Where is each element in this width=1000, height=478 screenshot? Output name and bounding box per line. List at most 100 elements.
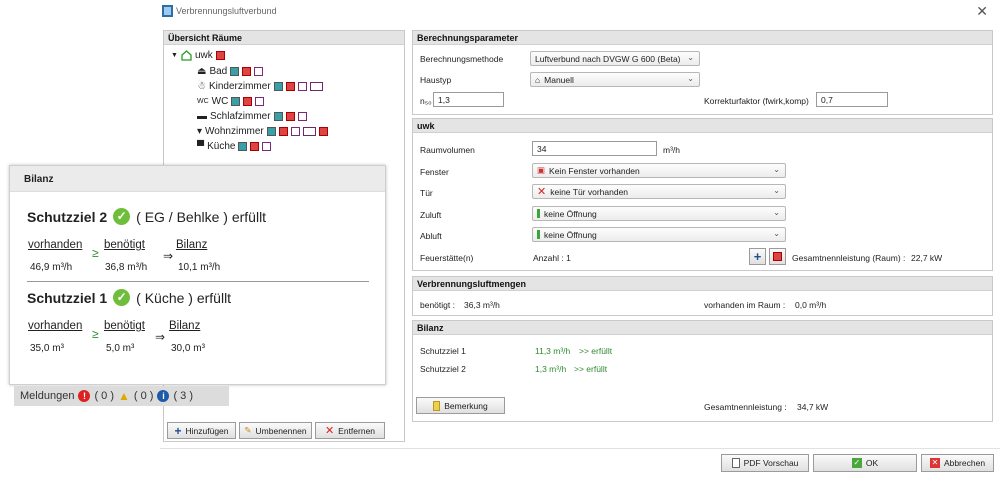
window-icon <box>273 82 283 91</box>
benoetigt-value: 36,3 m³/h <box>464 300 500 310</box>
room-item-wc[interactable]: WC WC <box>197 96 265 107</box>
tuer-value: keine Tür vorhanden <box>550 186 629 197</box>
cancel-icon: ✕ <box>929 458 940 468</box>
bed-icon: ▬ <box>197 111 207 122</box>
n50-input[interactable]: 1,3 <box>433 92 504 107</box>
haustyp-value: Manuell <box>544 74 574 85</box>
ok-button[interactable]: ✓ OK <box>813 454 917 472</box>
child-icon: ☃ <box>197 81 206 92</box>
raumvolumen-input[interactable]: 34 <box>532 141 657 156</box>
room-item-kinderzimmer[interactable]: ☃ Kinderzimmer <box>197 81 323 92</box>
fenster-label: Fenster <box>420 167 449 177</box>
warning-icon: ▲ <box>118 389 130 403</box>
door-icon <box>297 82 307 91</box>
raumvolumen-label: Raumvolumen <box>420 145 475 155</box>
opening-bar-icon <box>537 209 540 218</box>
pdf-icon <box>731 458 740 468</box>
ok-label: OK <box>865 458 879 468</box>
bilanz-panel-header: Bilanz <box>413 321 992 335</box>
cancel-label: Abbrechen <box>943 458 986 468</box>
popup-divider <box>27 281 369 282</box>
remove-icon: ✕ <box>324 425 335 437</box>
sz1-ge-symbol: ≥ <box>92 327 99 341</box>
zuluft-label: Zuluft <box>420 210 442 220</box>
chevron-down-icon: ⌄ <box>773 208 780 217</box>
pdf-preview-button[interactable]: PDF Vorschau <box>721 454 809 472</box>
add-fireplace-button[interactable]: + <box>749 248 766 265</box>
window-icon <box>273 112 283 121</box>
sz2-status: >> erfüllt <box>574 364 608 374</box>
fenster-value: Kein Fenster vorhanden <box>549 165 640 176</box>
house-icon <box>181 50 192 61</box>
sz2-benoetigt-val: 36,8 m³/h <box>105 262 148 273</box>
room-item-wohnzimmer[interactable]: ▾ Wohnzimmer <box>197 126 328 137</box>
sz1-bilanz-head: Bilanz <box>169 320 201 332</box>
sz2-title: Schutzziel 2 <box>27 208 108 225</box>
method-label: Berechnungsmethode <box>420 54 504 64</box>
sz2-bilanz-head: Bilanz <box>176 239 208 251</box>
rename-room-label: Umbenennen <box>255 425 307 436</box>
korr-input[interactable]: 0,7 <box>816 92 888 107</box>
door-icon <box>297 112 307 121</box>
meldungen-bar[interactable]: Meldungen ! ( 0 ) ▲ ( 0 ) i ( 3 ) <box>14 386 229 406</box>
house-icon: ⌂ <box>535 74 541 85</box>
chevron-down-icon: ⌄ <box>773 165 780 174</box>
rename-room-button[interactable]: ✎ Umbenennen <box>239 422 312 439</box>
wc-icon: WC <box>197 98 209 105</box>
chevron-down-icon: ⌄ <box>687 53 694 62</box>
close-icon[interactable]: ✕ <box>976 3 988 20</box>
remove-room-button[interactable]: ✕ Entfernen <box>315 422 385 439</box>
sz1-status: >> erfüllt <box>579 346 613 356</box>
sz2-vorhanden-val: 46,9 m³/h <box>30 262 73 273</box>
gesamt-value: 34,7 kW <box>797 402 829 412</box>
door-icon <box>290 127 300 136</box>
fireplace-icon <box>243 97 253 106</box>
room-label: Bad <box>209 66 228 77</box>
haustyp-select[interactable]: ⌂ Manuell ⌄ <box>530 72 700 87</box>
n50-label: n₅₀ <box>420 96 432 106</box>
chevron-down-icon: ⌄ <box>773 186 780 195</box>
add-room-button[interactable]: + Hinzufügen <box>167 422 236 439</box>
zuluft-value: keine Öffnung <box>544 208 597 219</box>
vorhanden-label: vorhanden im Raum : <box>704 300 786 310</box>
meldungen-label: Meldungen <box>20 390 75 402</box>
fireplace-button[interactable] <box>769 248 786 265</box>
room-label: Kinderzimmer <box>208 81 271 92</box>
sz2-detail: ( EG / Behlke ) erfüllt <box>136 208 267 225</box>
room-item-kueche[interactable]: ▀ Küche <box>197 141 272 152</box>
cancel-button[interactable]: ✕ Abbrechen <box>921 454 994 472</box>
door-icon <box>262 142 272 151</box>
bemerkung-button[interactable]: Bemerkung <box>416 397 505 414</box>
benoetigt-label: benötigt : <box>420 300 455 310</box>
luftmengen-header: Verbrennungsluftmengen <box>413 277 992 291</box>
sofa-icon: ▾ <box>197 126 203 137</box>
room-item-bad[interactable]: ⏏ Bad <box>197 66 264 77</box>
expand-arrow-icon[interactable]: ▼ <box>171 52 178 59</box>
room-item-schlafzimmer[interactable]: ▬ Schlafzimmer <box>197 111 307 122</box>
abluft-value: keine Öffnung <box>544 229 597 240</box>
raumvolumen-unit: m³/h <box>663 145 680 155</box>
opening-icon <box>302 127 316 136</box>
opening-bar-icon <box>537 230 540 239</box>
sz1-label: Schutzziel 1 <box>420 346 466 356</box>
luftmengen-panel: Verbrennungsluftmengen <box>412 276 993 316</box>
window-icon <box>231 97 241 106</box>
door-icon <box>254 67 264 76</box>
tree-root[interactable]: ▼ uwk <box>171 50 225 61</box>
fenster-select[interactable]: ▣ Kein Fenster vorhanden ⌄ <box>532 163 786 178</box>
method-select[interactable]: Luftverbund nach DVGW G 600 (Beta) ⌄ <box>530 51 700 66</box>
tuer-select[interactable]: ✕ keine Tür vorhanden ⌄ <box>532 184 786 199</box>
room-label: WC <box>211 96 229 107</box>
fireplace-icon <box>215 51 225 60</box>
sz2-arrow: ⇒ <box>163 249 174 263</box>
abluft-label: Abluft <box>420 231 442 241</box>
fireplace-icon <box>242 67 252 76</box>
sz2-ge-symbol: ≥ <box>92 246 99 260</box>
fireplace-icon <box>285 112 295 121</box>
tree-root-label: uwk <box>194 50 213 61</box>
app-icon <box>162 5 173 17</box>
abluft-select[interactable]: keine Öffnung ⌄ <box>532 227 786 242</box>
bath-icon: ⏏ <box>197 66 207 77</box>
zuluft-select[interactable]: keine Öffnung ⌄ <box>532 206 786 221</box>
korr-label: Korrekturfaktor (fwirk,komp) <box>704 96 809 106</box>
